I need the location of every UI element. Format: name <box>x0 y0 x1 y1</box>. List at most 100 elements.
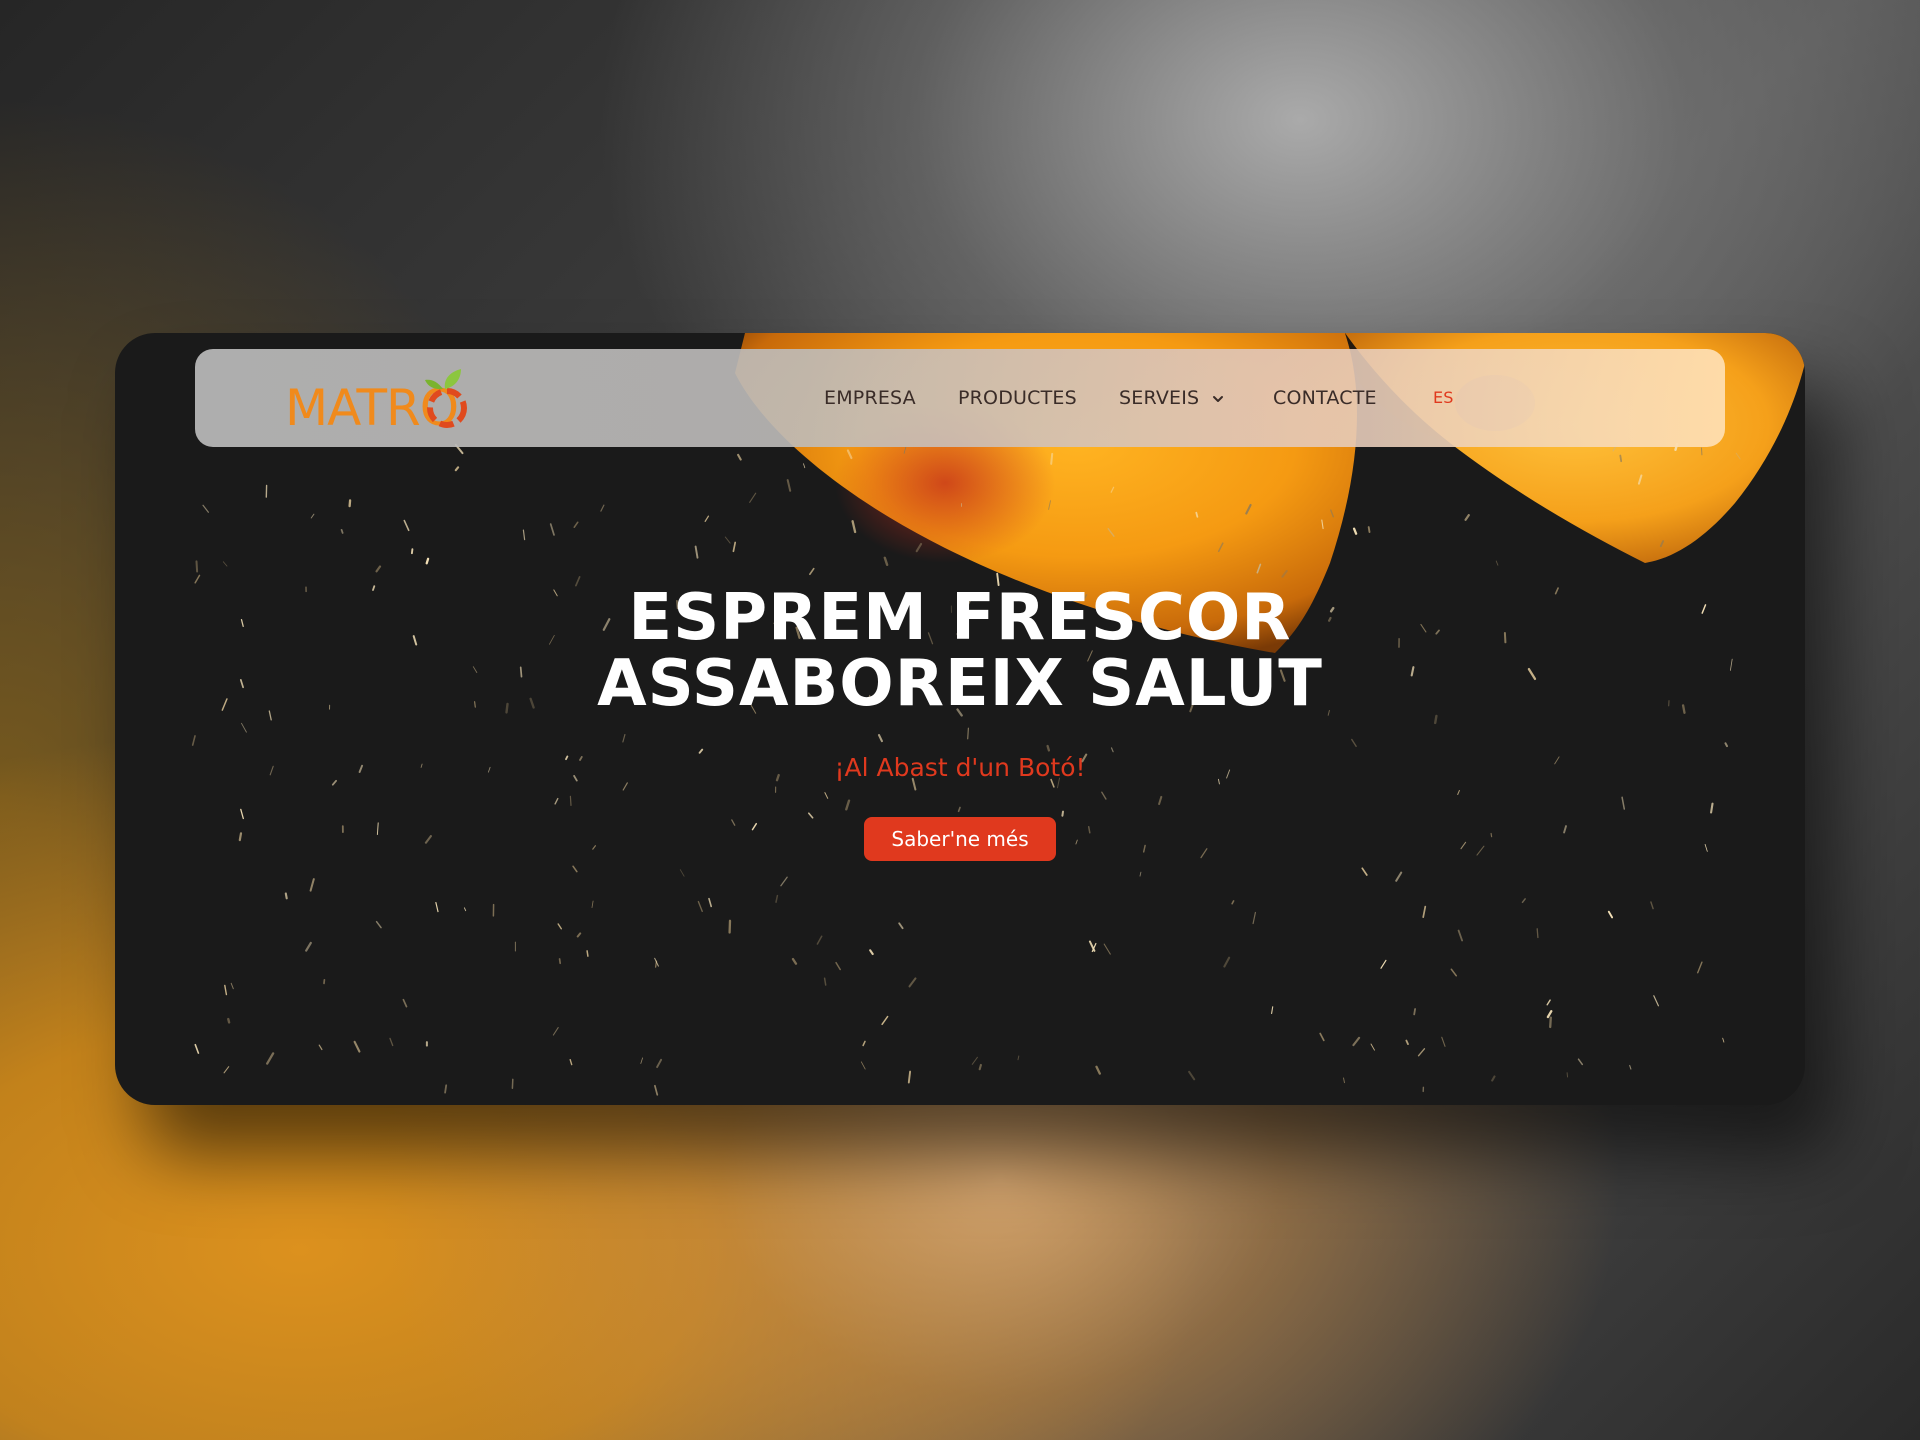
splash-particle <box>1046 744 1051 752</box>
hero-headline-line-2: ASSABOREIX SALUT <box>597 647 1323 721</box>
splash-particle <box>898 922 904 930</box>
splash-particle <box>402 998 408 1008</box>
splash-particle <box>1252 911 1257 925</box>
splash-particle <box>222 561 228 567</box>
splash-particle <box>1549 1016 1552 1029</box>
splash-particle <box>573 521 579 528</box>
splash-particle <box>708 897 713 908</box>
splash-particle <box>1621 796 1626 810</box>
splash-particle <box>1577 1058 1584 1066</box>
splash-particle <box>195 560 199 573</box>
splash-particle <box>881 1015 889 1026</box>
splash-particle <box>835 961 841 971</box>
splash-particle <box>353 1040 361 1053</box>
matro-logo[interactable]: MATRO <box>285 363 475 435</box>
nav-item-serveis[interactable]: SERVEIS <box>1119 349 1225 447</box>
splash-particle <box>194 574 201 584</box>
splash-particle <box>971 1056 978 1065</box>
splash-particle <box>809 567 815 576</box>
splash-particle <box>1361 867 1368 876</box>
splash-particle <box>1139 871 1142 877</box>
splash-particle <box>1457 929 1463 942</box>
splash-particle <box>591 900 594 908</box>
splash-particle <box>586 950 589 957</box>
splash-particle <box>375 920 382 929</box>
splash-particle <box>1422 905 1427 919</box>
splash-particle <box>1417 1048 1426 1057</box>
splash-particle <box>1319 1032 1325 1042</box>
splash-particle <box>845 799 851 811</box>
splash-particle <box>522 529 526 541</box>
splash-particle <box>558 958 562 965</box>
splash-particle <box>1142 844 1146 853</box>
splash-particle <box>1521 898 1526 904</box>
splash-particle <box>1351 738 1357 747</box>
splash-particle <box>241 722 247 733</box>
splash-particle <box>435 901 439 913</box>
hero-headline-line-1: ESPREM FRESCOR <box>628 581 1292 655</box>
splash-particle <box>1696 961 1703 974</box>
nav-item-empresa[interactable]: EMPRESA <box>824 349 916 447</box>
splash-particle <box>227 1017 231 1024</box>
splash-particle <box>883 556 889 567</box>
splash-particle <box>1103 943 1111 955</box>
splash-particle <box>786 479 792 492</box>
nav-item-productes[interactable]: PRODUCTES <box>958 349 1077 447</box>
splash-particle <box>1271 1006 1274 1015</box>
splash-particle <box>1457 790 1460 795</box>
splash-particle <box>877 734 883 743</box>
splash-particle <box>622 734 626 743</box>
splash-particle <box>1710 802 1714 814</box>
splash-particle <box>1464 514 1470 521</box>
splash-particle <box>1223 956 1231 968</box>
splash-particle <box>732 541 737 553</box>
splash-particle <box>1450 968 1457 977</box>
splash-particle <box>1495 560 1499 566</box>
splash-particle <box>576 932 582 938</box>
splash-particle <box>1101 791 1107 800</box>
splash-particle <box>318 1044 323 1051</box>
splash-particle <box>1195 511 1199 518</box>
splash-particle <box>1722 1037 1725 1043</box>
splash-particle <box>1704 843 1708 852</box>
splash-particle <box>569 1059 573 1066</box>
splash-particle <box>224 984 228 996</box>
learn-more-button[interactable]: Saber'ne més <box>864 817 1056 861</box>
splash-particle <box>1536 928 1539 939</box>
splash-particle <box>557 923 562 930</box>
splash-particle <box>238 832 243 842</box>
splash-particle <box>1460 841 1467 850</box>
splash-particle <box>640 1057 643 1064</box>
splash-particle <box>1563 825 1567 834</box>
splash-particle <box>309 878 315 892</box>
language-switcher[interactable]: ES <box>1433 349 1454 447</box>
splash-particle <box>656 1058 663 1069</box>
splash-particle <box>869 949 874 956</box>
splash-particle <box>284 892 288 900</box>
splash-particle <box>403 519 410 532</box>
splash-particle <box>1231 900 1235 905</box>
splash-particle <box>908 977 917 988</box>
splash-particle <box>348 499 352 508</box>
splash-particle <box>694 545 699 559</box>
splash-particle <box>375 565 382 573</box>
splash-particle <box>1629 1064 1632 1070</box>
splash-particle <box>860 1061 866 1070</box>
splash-particle <box>1380 959 1387 969</box>
nav-item-contacte[interactable]: CONTACTE <box>1273 349 1377 447</box>
splash-particle <box>569 795 572 806</box>
splash-particle <box>1158 795 1163 805</box>
splash-particle <box>389 1037 394 1047</box>
splash-particle <box>775 894 779 903</box>
splash-particle <box>654 1084 659 1096</box>
splash-particle <box>749 492 757 503</box>
splash-particle <box>1441 1036 1446 1047</box>
chevron-down-icon <box>1213 395 1224 402</box>
splash-particle <box>679 869 685 877</box>
splash-particle <box>410 548 414 555</box>
splash-particle <box>1546 999 1551 1006</box>
navigation-bar: MATRO EMPRESA PRODUCTES SERVEIS CONTACTE… <box>195 349 1725 447</box>
splash-particle <box>549 523 555 536</box>
hero-tagline: ¡Al Abast d'un Botó! <box>834 753 1086 782</box>
splash-particle <box>1650 901 1654 910</box>
